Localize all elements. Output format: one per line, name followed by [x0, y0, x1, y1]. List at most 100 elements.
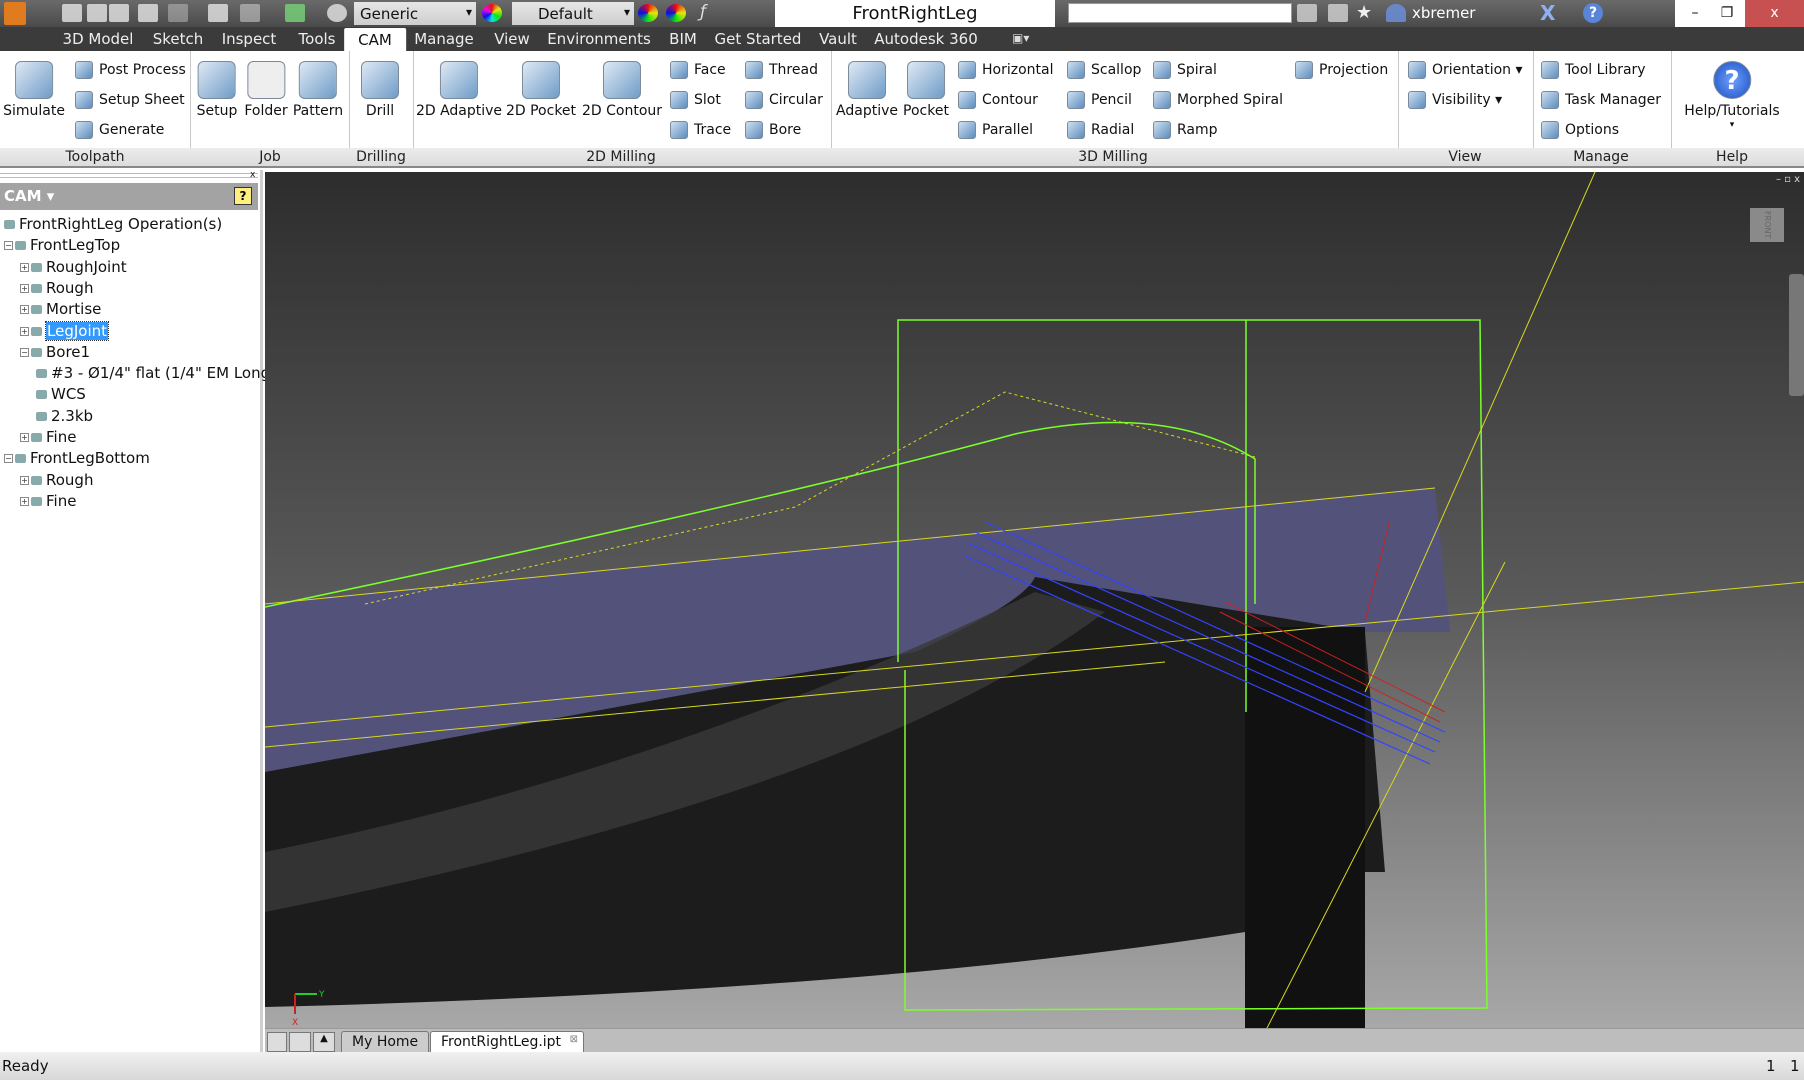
horizontal-button[interactable]: Horizontal — [958, 59, 1053, 81]
contour-button[interactable]: Contour — [958, 89, 1038, 111]
user-icon[interactable] — [1386, 4, 1406, 22]
close-button[interactable]: x — [1745, 0, 1804, 27]
color-wheel-icon[interactable] — [482, 4, 502, 22]
tab-cam[interactable]: CAM — [344, 28, 406, 52]
appearance-dropdown[interactable]: Default — [512, 2, 634, 25]
help-dropdown-arrow-icon[interactable]: ▾ — [1684, 120, 1779, 130]
tab-sketch[interactable]: Sketch — [145, 27, 212, 51]
navigation-bar[interactable] — [1789, 274, 1804, 396]
parallel-button[interactable]: Parallel — [958, 119, 1033, 141]
update-icon[interactable] — [240, 4, 260, 22]
tab-view[interactable]: View — [486, 27, 538, 51]
material-dropdown[interactable]: Generic — [354, 2, 476, 25]
orientation-dropdown[interactable]: Orientation ▾ — [1408, 59, 1523, 81]
close-tab-icon[interactable]: ⊠ — [570, 1030, 578, 1050]
expand-toggle-icon[interactable]: + — [20, 283, 29, 293]
help-tutorials-button[interactable]: ? Help/Tutorials ▾ — [1684, 61, 1780, 130]
setup-button[interactable]: Setup — [197, 61, 237, 120]
save-icon[interactable] — [109, 4, 129, 22]
ribbon-display-toggle-icon[interactable]: ▣▾ — [1012, 31, 1029, 45]
trace-button[interactable]: Trace — [670, 119, 731, 141]
tab-tools[interactable]: Tools — [291, 27, 344, 51]
favorites-star-icon[interactable]: ★ — [1356, 2, 1372, 23]
scallop-button[interactable]: Scallop — [1067, 59, 1141, 81]
material-globe-icon[interactable] — [327, 4, 347, 22]
tree-item[interactable]: 2.3kb — [36, 406, 93, 427]
2d-adaptive-button[interactable]: 2D Adaptive — [416, 61, 502, 120]
pencil-button[interactable]: Pencil — [1067, 89, 1132, 111]
thread-button[interactable]: Thread — [745, 59, 818, 81]
browser-header[interactable]: CAM ▾ ? — [0, 183, 258, 210]
drill-button[interactable]: Drill — [361, 61, 399, 120]
tab-environments[interactable]: Environments — [539, 27, 659, 51]
doc-tab-frontrightleg[interactable]: FrontRightLeg.ipt ⊠ — [430, 1030, 585, 1053]
projection-button[interactable]: Projection — [1295, 59, 1388, 81]
exchange-apps-icon[interactable]: X — [1540, 1, 1555, 25]
open-icon[interactable] — [87, 4, 107, 22]
pattern-button[interactable]: Pattern — [293, 61, 343, 120]
tab-vault[interactable]: Vault — [811, 27, 865, 51]
options-button[interactable]: Options — [1541, 119, 1619, 141]
viewcube[interactable]: FRONT — [1750, 208, 1784, 242]
redo-icon[interactable] — [168, 4, 188, 22]
generate-button[interactable]: Generate — [75, 119, 164, 141]
tree-item[interactable]: FrontRightLeg Operation(s) — [4, 214, 222, 235]
tree-item[interactable]: − FrontLegTop — [4, 235, 120, 256]
select-icon[interactable] — [285, 4, 305, 22]
help-search-input[interactable] — [1068, 3, 1292, 23]
tab-3d-model[interactable]: 3D Model — [55, 27, 142, 51]
tab-get-started[interactable]: Get Started — [707, 27, 810, 51]
panel-grip[interactable] — [0, 173, 258, 178]
visibility-dropdown[interactable]: Visibility ▾ — [1408, 89, 1502, 111]
doc-tab-my-home[interactable]: My Home — [341, 1031, 430, 1053]
expand-toggle-icon[interactable]: + — [20, 496, 29, 506]
bore-button[interactable]: Bore — [745, 119, 801, 141]
expand-toggle-icon[interactable]: − — [20, 347, 29, 357]
adjust-appearance-icon[interactable] — [638, 4, 658, 22]
task-manager-button[interactable]: Task Manager — [1541, 89, 1661, 111]
expand-toggle-icon[interactable]: − — [4, 241, 13, 251]
search-key-icon[interactable] — [1297, 4, 1317, 22]
spiral-button[interactable]: Spiral — [1153, 59, 1217, 81]
expand-toggle-icon[interactable]: + — [20, 433, 29, 442]
tree-item[interactable]: + Mortise — [20, 299, 101, 320]
radial-button[interactable]: Radial — [1067, 119, 1134, 141]
expand-toggle-icon[interactable]: + — [20, 262, 29, 272]
tile-windows-icon[interactable] — [289, 1032, 311, 1052]
tab-manage[interactable]: Manage — [406, 27, 482, 51]
subscription-icon[interactable] — [1328, 4, 1348, 22]
parameters-fx-icon[interactable]: ƒ — [700, 2, 706, 22]
open-documents-icon[interactable]: ▲ — [313, 1032, 335, 1052]
expand-toggle-icon[interactable]: + — [20, 326, 29, 336]
tree-item[interactable]: #3 - Ø1/4" flat (1/4" EM Long) — [36, 363, 276, 384]
post-process-button[interactable]: Post Process — [75, 59, 186, 81]
tree-item[interactable]: + Fine — [20, 491, 76, 512]
circular-button[interactable]: Circular — [745, 89, 823, 111]
expand-toggle-icon[interactable]: − — [4, 454, 13, 464]
tab-autodesk-360[interactable]: Autodesk 360 — [866, 27, 985, 51]
simulate-button[interactable]: Simulate — [3, 61, 65, 120]
clear-appearance-icon[interactable] — [666, 4, 686, 22]
cascade-windows-icon[interactable] — [267, 1032, 287, 1052]
tree-item[interactable]: WCS — [36, 384, 86, 405]
setup-sheet-button[interactable]: Setup Sheet — [75, 89, 185, 111]
2d-contour-button[interactable]: 2D Contour — [582, 61, 662, 120]
tree-item[interactable]: + LegJoint — [20, 320, 109, 342]
tab-inspect[interactable]: Inspect — [214, 27, 285, 51]
folder-button[interactable]: Folder — [244, 61, 288, 120]
undo-icon[interactable] — [138, 4, 158, 22]
tool-library-button[interactable]: Tool Library — [1541, 59, 1646, 81]
user-name[interactable]: xbremer — [1412, 4, 1475, 22]
viewport-window-controls[interactable]: – ▫ x — [1776, 174, 1800, 185]
morphed-spiral-button[interactable]: Morphed Spiral — [1153, 89, 1283, 111]
ramp-button[interactable]: Ramp — [1153, 119, 1218, 141]
2d-pocket-button[interactable]: 2D Pocket — [506, 61, 576, 120]
pocket-button[interactable]: Pocket — [903, 61, 949, 120]
tree-item[interactable]: + RoughJoint — [20, 257, 127, 278]
browser-help-icon[interactable]: ? — [234, 187, 252, 205]
expand-toggle-icon[interactable]: + — [20, 475, 29, 485]
inventor-app-icon[interactable] — [4, 2, 26, 25]
expand-toggle-icon[interactable]: + — [20, 305, 29, 315]
tree-item[interactable]: + Fine — [20, 427, 76, 448]
tree-item[interactable]: + Rough — [20, 278, 93, 299]
